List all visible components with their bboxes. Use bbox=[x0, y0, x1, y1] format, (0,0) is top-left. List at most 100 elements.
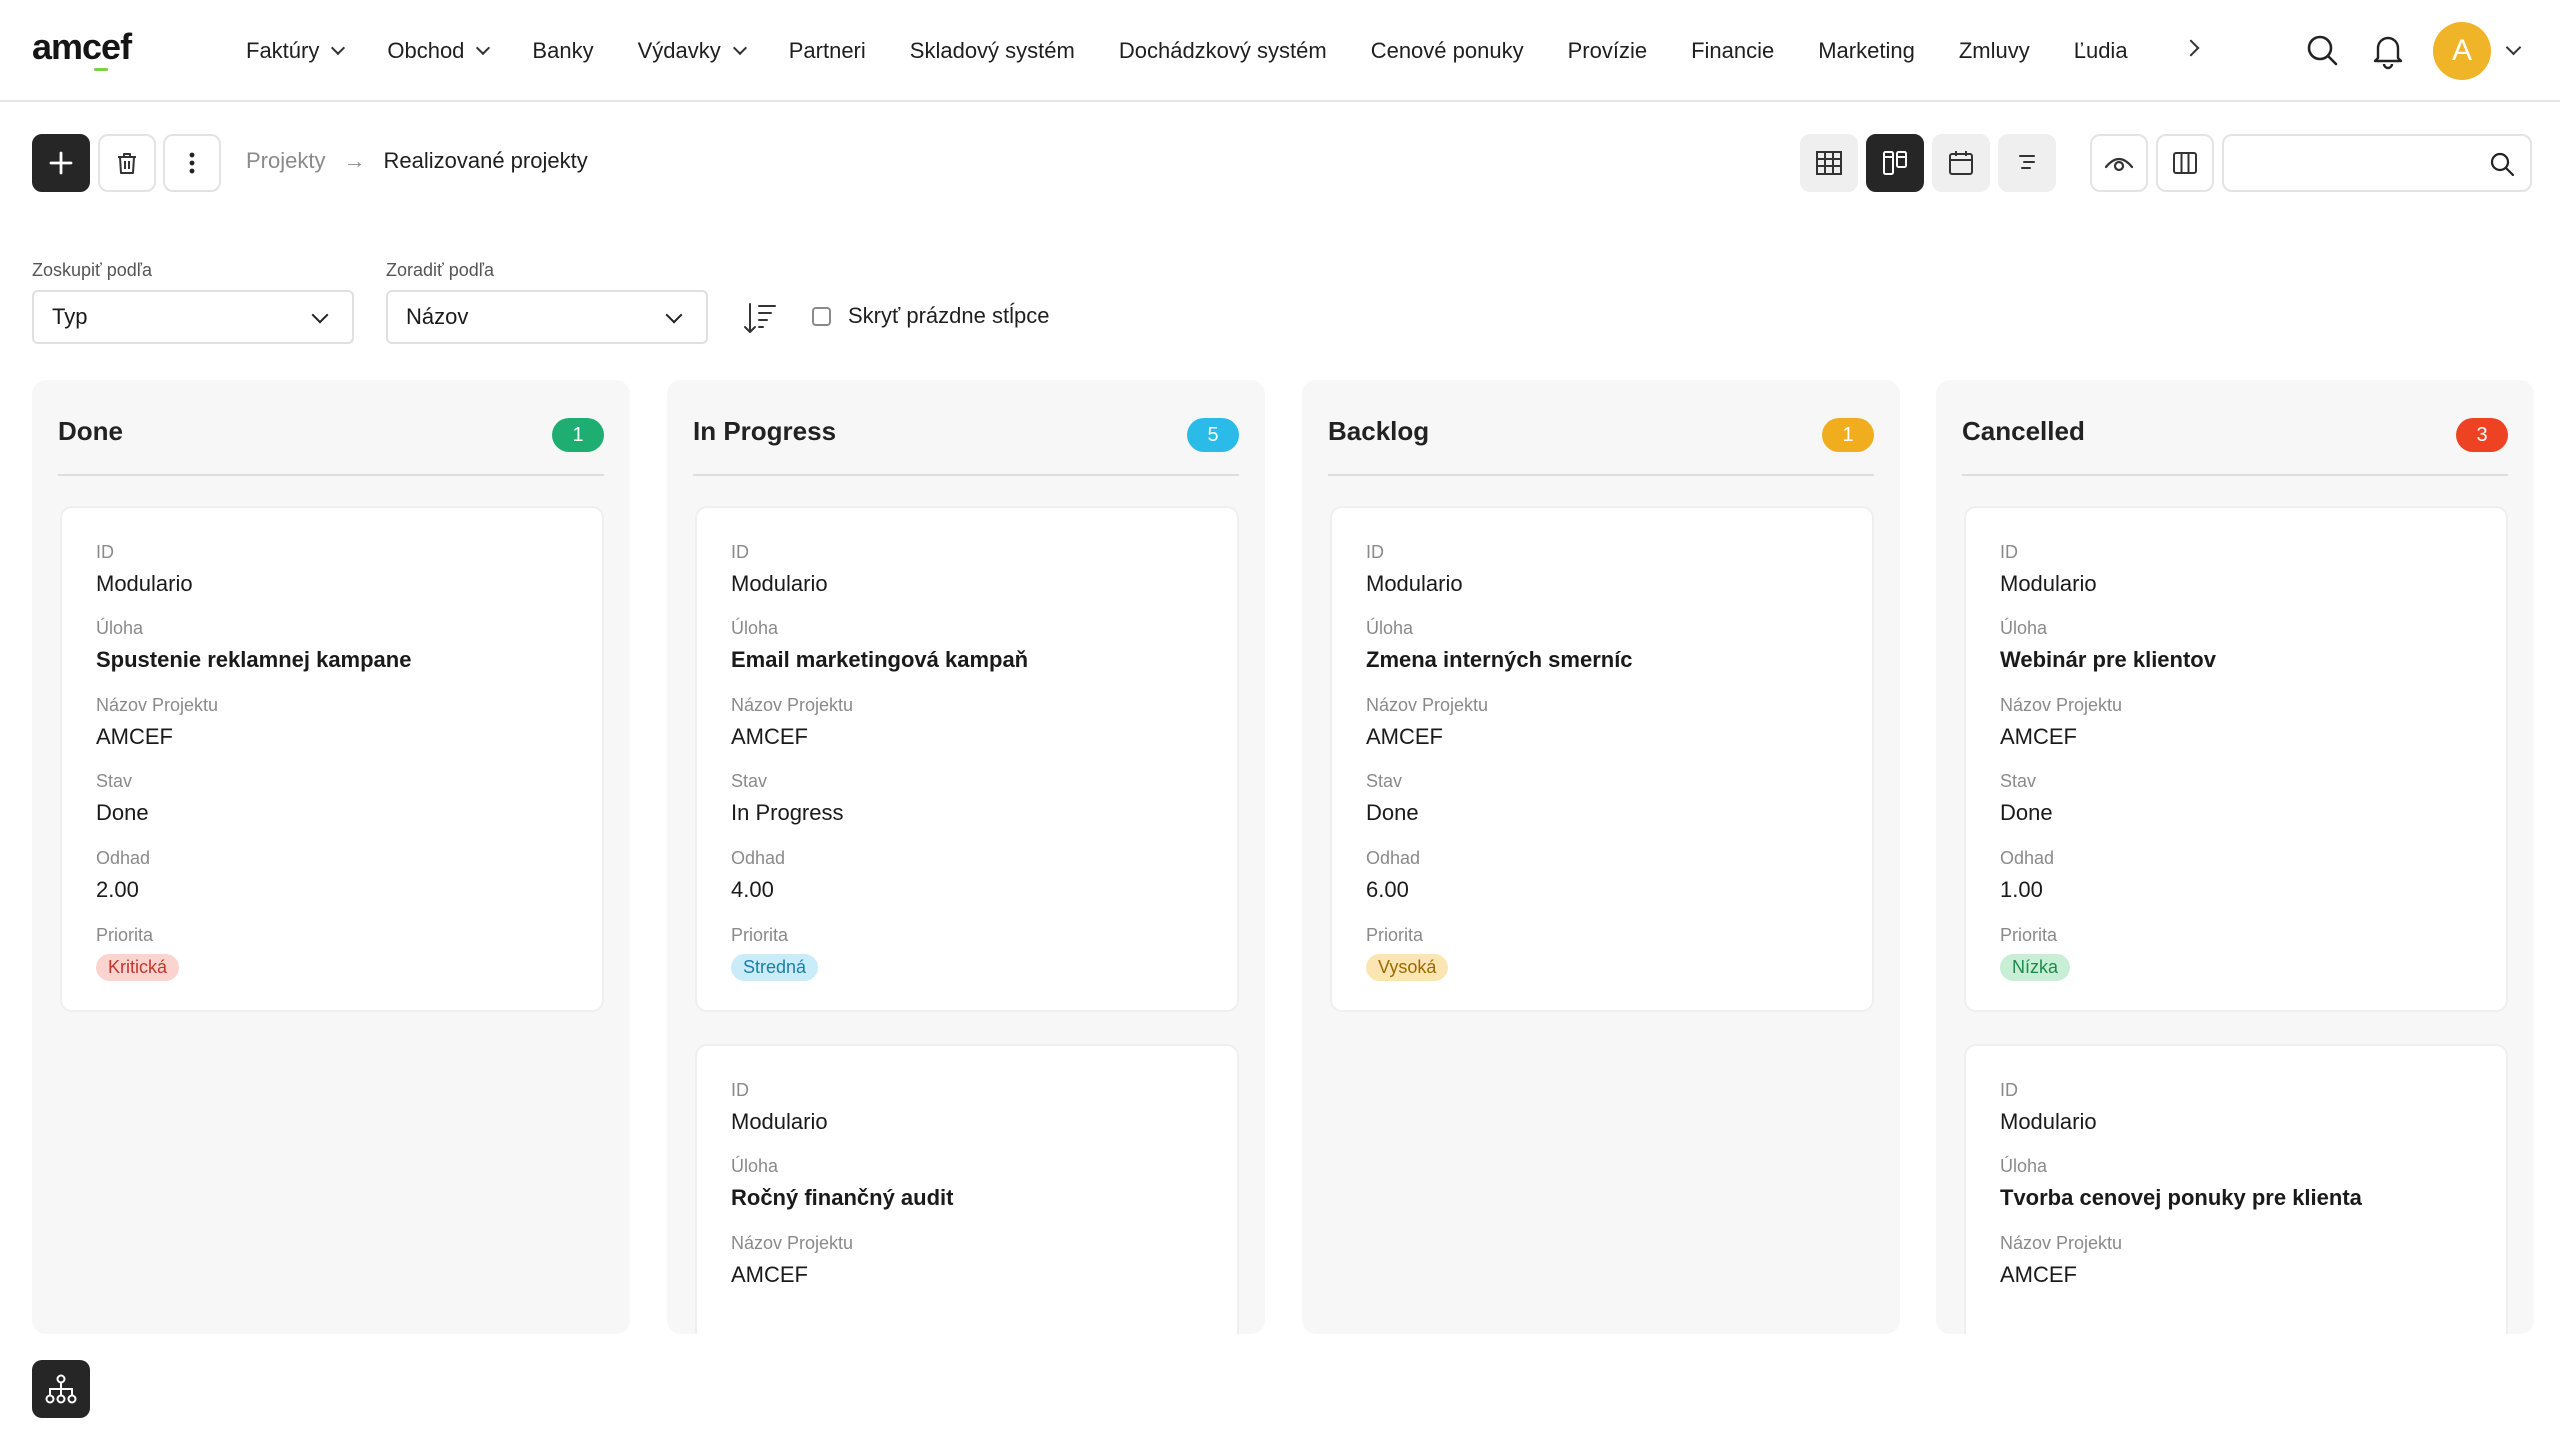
search-icon[interactable] bbox=[2488, 150, 2516, 178]
field-label: Názov Projektu bbox=[2000, 1233, 2123, 1253]
column-divider bbox=[1962, 474, 2508, 476]
field-label: ID bbox=[2000, 542, 2018, 562]
nav-label: Partneri bbox=[788, 38, 866, 63]
nav-item-cenove-ponuky[interactable]: Cenové ponuky bbox=[1371, 38, 1524, 64]
kanban-column-in-progress: In Progress 5 ID Modulario Úloha Email mar… bbox=[667, 380, 1265, 1334]
nav-item-banky[interactable]: Banky bbox=[532, 38, 593, 64]
field-value: Modulario bbox=[96, 571, 193, 596]
amcef-logo[interactable]: amcef bbox=[32, 26, 132, 68]
field-label: Odhad bbox=[731, 848, 786, 868]
breadcrumb-current: Realizované projekty bbox=[383, 148, 588, 173]
kanban-card[interactable]: ID Modulario Úloha Ročný finančný audit Ná… bbox=[695, 1044, 1239, 1334]
card-field-id: ID Modulario bbox=[1366, 542, 1463, 597]
add-button[interactable] bbox=[32, 134, 90, 192]
card-field-priority: Priorita Stredná bbox=[731, 925, 819, 981]
hide-empty-columns-checkbox[interactable] bbox=[812, 307, 831, 326]
nav-label: Provízie bbox=[1567, 38, 1648, 63]
field-label: Priorita bbox=[731, 925, 789, 945]
chevron-down-icon[interactable] bbox=[2505, 39, 2522, 56]
nav-item-marketing[interactable]: Marketing bbox=[1818, 38, 1915, 64]
nav-item-partneri[interactable]: Partneri bbox=[789, 38, 866, 64]
field-value: Ročný finančný audit bbox=[731, 1185, 954, 1210]
field-label: Stav bbox=[2000, 771, 2037, 791]
field-label: Úloha bbox=[96, 618, 144, 638]
field-value: AMCEF bbox=[1366, 724, 1443, 749]
sort-descending-icon[interactable] bbox=[740, 298, 780, 338]
priority-badge: Kritická bbox=[96, 954, 180, 981]
field-value: AMCEF bbox=[731, 724, 808, 749]
trash-icon bbox=[118, 153, 136, 174]
group-by-label: Zoskupiť podľa bbox=[32, 260, 153, 280]
column-title: Backlog bbox=[1328, 416, 1430, 446]
nav-label: Banky bbox=[532, 38, 594, 63]
card-field-project: Názov Projektu AMCEF bbox=[731, 1233, 853, 1288]
card-field-estimate: Odhad 2.00 bbox=[96, 848, 150, 903]
card-field-status: Stav Done bbox=[1366, 771, 1419, 826]
kanban-card[interactable]: ID Modulario Úloha Zmena interných smerníc… bbox=[1330, 506, 1874, 1012]
field-value: 4.00 bbox=[731, 877, 774, 902]
list-view-button[interactable] bbox=[1998, 134, 2056, 192]
card-field-project: Názov Projektu AMCEF bbox=[731, 695, 853, 750]
nav-item-vydavky[interactable]: Výdavky bbox=[637, 38, 747, 64]
column-count-badge: 3 bbox=[2456, 418, 2508, 452]
field-label: ID bbox=[1366, 542, 1384, 562]
field-value: 1.00 bbox=[2000, 877, 2043, 902]
search-input[interactable] bbox=[2238, 146, 2478, 182]
breadcrumb-parent[interactable]: Projekty bbox=[246, 148, 325, 174]
nav-label: Výdavky bbox=[637, 38, 721, 63]
list-view-icon bbox=[2019, 155, 2035, 169]
kanban-card[interactable]: ID Modulario Úloha Spustenie reklamnej kam… bbox=[60, 506, 604, 1012]
field-label: Úloha bbox=[731, 1156, 779, 1176]
nav-item-provizie[interactable]: Provízie bbox=[1568, 38, 1647, 64]
more-options-button[interactable] bbox=[163, 134, 221, 192]
field-label: Názov Projektu bbox=[731, 695, 854, 715]
kanban-view-icon bbox=[1883, 151, 1907, 175]
chevron-down-icon bbox=[665, 306, 683, 324]
nav-item-faktury[interactable]: Faktúry bbox=[246, 38, 346, 64]
column-title: Cancelled bbox=[1962, 416, 2085, 446]
nav-item-financie[interactable]: Financie bbox=[1691, 38, 1774, 64]
sort-by-select[interactable]: Názov bbox=[386, 290, 708, 344]
user-avatar[interactable]: A bbox=[2433, 22, 2491, 80]
nav-item-obchod[interactable]: Obchod bbox=[387, 38, 491, 64]
group-by-select[interactable]: Typ bbox=[32, 290, 354, 344]
kanban-card[interactable]: ID Modulario Úloha Tvorba cenovej ponuky p… bbox=[1964, 1044, 2508, 1334]
search-field[interactable] bbox=[2222, 134, 2532, 192]
delete-button[interactable] bbox=[98, 134, 156, 192]
visibility-button[interactable] bbox=[2090, 134, 2148, 192]
field-value: Done bbox=[96, 800, 149, 825]
card-field-id: ID Modulario bbox=[96, 542, 193, 597]
nav-item-dochadzkovy-system[interactable]: Dochádzkový systém bbox=[1119, 38, 1327, 64]
nav-item-ludia[interactable]: Ľudia bbox=[2074, 38, 2128, 64]
kanban-card[interactable]: ID Modulario Úloha Webinár pre klientov Ná… bbox=[1964, 506, 2508, 1012]
hide-empty-columns-label[interactable]: Skryť prázdne stĺpce bbox=[848, 303, 1049, 329]
calendar-view-button[interactable] bbox=[1932, 134, 1990, 192]
card-field-estimate: Odhad 1.00 bbox=[2000, 848, 2054, 903]
columns-button[interactable] bbox=[2156, 134, 2214, 192]
kanban-view-button[interactable] bbox=[1866, 134, 1924, 192]
nav-label: Ľudia bbox=[2073, 38, 2128, 63]
nav-item-skladovy-system[interactable]: Skladový systém bbox=[910, 38, 1075, 64]
table-view-button[interactable] bbox=[1800, 134, 1858, 192]
nav-label: Marketing bbox=[1818, 38, 1915, 63]
group-by-value: Typ bbox=[52, 304, 88, 329]
card-field-status: Stav In Progress bbox=[731, 771, 844, 826]
field-value: Tvorba cenovej ponuky pre klienta bbox=[2000, 1185, 2362, 1210]
hierarchy-button[interactable] bbox=[32, 1360, 90, 1418]
field-value: Email marketingová kampaň bbox=[731, 647, 1029, 672]
nav-item-zmluvy[interactable]: Zmluvy bbox=[1959, 38, 2030, 64]
field-value: Modulario bbox=[731, 571, 828, 596]
logo-accent bbox=[94, 68, 108, 71]
kanban-card[interactable]: ID Modulario Úloha Email marketingová kamp… bbox=[695, 506, 1239, 1012]
chevron-right-icon[interactable] bbox=[2182, 39, 2200, 57]
search-icon[interactable] bbox=[2302, 30, 2342, 70]
field-value: 6.00 bbox=[1366, 877, 1409, 902]
card-field-estimate: Odhad 4.00 bbox=[731, 848, 785, 903]
card-field-task: Úloha Spustenie reklamnej kampane bbox=[96, 618, 411, 673]
card-field-project: Názov Projektu AMCEF bbox=[96, 695, 218, 750]
hierarchy-icon bbox=[45, 1374, 77, 1404]
card-field-project: Názov Projektu AMCEF bbox=[2000, 1233, 2122, 1288]
field-value: Modulario bbox=[2000, 1109, 2097, 1134]
bell-icon[interactable] bbox=[2368, 30, 2408, 70]
kanban-column-cancelled: Cancelled 3 ID Modulario Úloha Webinár pre… bbox=[1936, 380, 2534, 1334]
